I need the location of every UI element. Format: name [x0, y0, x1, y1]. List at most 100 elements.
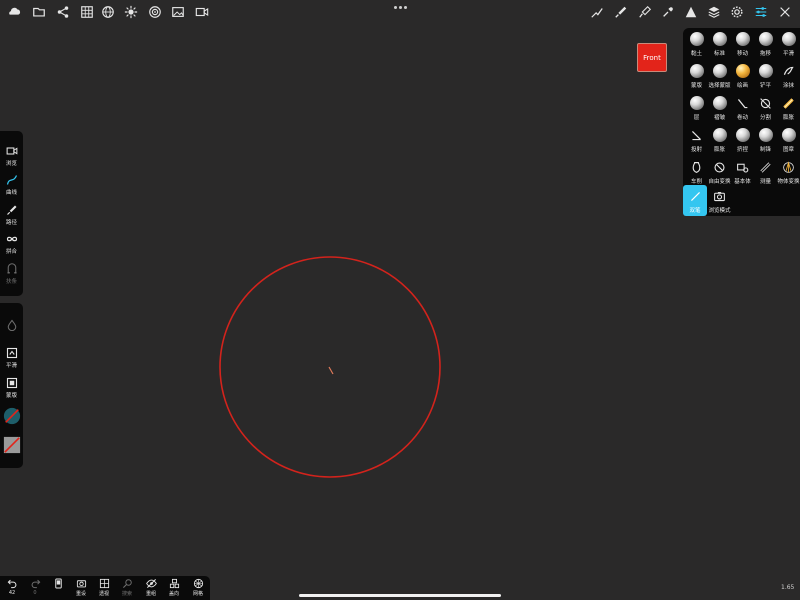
paint-icon[interactable] — [635, 2, 655, 22]
target-icon[interactable] — [145, 2, 165, 22]
tool-crease[interactable]: 褶皱 — [708, 92, 731, 122]
more-dots-icon[interactable] — [392, 3, 408, 11]
gizmo-icon — [783, 160, 794, 173]
folder-icon[interactable] — [29, 2, 49, 22]
tool-paint[interactable]: 绘画 — [731, 60, 754, 90]
color-swatch-icon — [3, 407, 20, 425]
tool-mask[interactable]: 蒙版 — [685, 60, 708, 90]
tool-inflate[interactable]: 膨胀 — [777, 92, 800, 122]
perspective-icon — [99, 578, 109, 589]
material-swatch[interactable] — [0, 436, 23, 454]
cone-icon[interactable] — [681, 2, 701, 22]
version-label: 1.65 — [781, 584, 795, 591]
tool-smooth[interactable]: 平滑 — [777, 28, 800, 58]
pipette-icon[interactable] — [658, 2, 678, 22]
material-swatch-icon — [3, 436, 20, 454]
tool-move[interactable]: 移动 — [731, 28, 754, 58]
standard-icon — [712, 32, 727, 46]
globe-icon[interactable] — [98, 2, 118, 22]
tool-flatten[interactable]: 铲平 — [754, 60, 777, 90]
dual-stroke-icon — [690, 191, 700, 201]
home-indicator[interactable] — [299, 594, 501, 597]
layers-icon[interactable] — [704, 2, 724, 22]
left-stroke-panel: 浏览 曲线 路径 拼合 扶条 — [0, 131, 23, 296]
tool-lathe[interactable]: 车削 — [685, 156, 708, 186]
gear-icon[interactable] — [727, 2, 747, 22]
remesh-button[interactable]: 重组 — [140, 578, 162, 597]
undo-button[interactable]: 42 — [1, 578, 23, 596]
tool-select-mask[interactable]: 选择蒙版 — [708, 60, 731, 90]
video-camera-icon — [6, 147, 17, 155]
undo-icon — [7, 579, 16, 589]
drag-icon — [758, 32, 773, 46]
browse-button[interactable]: 浏览 — [0, 145, 23, 167]
stroke-path-button[interactable]: 路径 — [0, 204, 23, 226]
redo-button[interactable]: 0 — [24, 578, 46, 596]
tool-swell[interactable]: 膨胀 — [708, 124, 731, 154]
sculpt-viewport[interactable] — [0, 0, 800, 600]
pinch-icon — [735, 128, 750, 142]
free-transform-icon — [714, 161, 725, 173]
tools-menu-icon[interactable] — [775, 2, 795, 22]
magnify-icon — [122, 579, 132, 589]
tool-smudge[interactable]: 涂抹 — [777, 60, 800, 90]
redo-icon — [31, 579, 40, 589]
perspective-button[interactable]: 透视 — [93, 578, 115, 597]
tool-object-transform[interactable]: 物体变换 — [777, 156, 800, 186]
reset-camera-button[interactable]: 重设 — [70, 578, 92, 597]
lathe-icon — [692, 161, 701, 173]
image-icon[interactable] — [168, 2, 188, 22]
tool-project[interactable]: 投射 — [685, 124, 708, 154]
infinity-icon — [6, 236, 17, 242]
tool-split[interactable]: 分割 — [754, 92, 777, 122]
smooth-icon — [6, 347, 17, 359]
orientation-button[interactable]: 盖向 — [163, 578, 185, 597]
brush-icon[interactable] — [611, 2, 631, 22]
color-swatch[interactable] — [0, 407, 23, 425]
sun-icon[interactable] — [121, 2, 141, 22]
wireframe-icon — [193, 578, 203, 589]
paint-ball-icon — [735, 64, 750, 78]
curve-icon — [6, 175, 17, 185]
tool-standard[interactable]: 标准 — [708, 28, 731, 58]
smooth-toggle[interactable]: 平滑 — [0, 347, 23, 369]
bottom-toolbar: 42 0 重设 透视 搜索 重组 盖向 网格 — [0, 576, 210, 600]
stroke-tool-icon[interactable] — [587, 2, 607, 22]
tool-clay[interactable]: 黏土 — [685, 28, 708, 58]
handles-button[interactable]: 扶条 — [0, 263, 23, 285]
smooth-icon — [781, 32, 796, 46]
layer-icon — [689, 96, 704, 110]
mask-icon — [689, 64, 704, 78]
droplet-button[interactable] — [0, 319, 23, 331]
curve-button[interactable]: 曲线 — [0, 174, 23, 196]
tool-roll[interactable]: 卷动 — [731, 92, 754, 122]
grid-icon[interactable] — [77, 2, 97, 22]
inflate-icon — [783, 97, 794, 109]
cloud-icon[interactable] — [4, 2, 24, 22]
camera-icon — [714, 191, 725, 201]
tool-planar[interactable]: 制锋 — [754, 124, 777, 154]
tool-dual-brush[interactable]: 双笔 — [683, 185, 707, 216]
video-camera-icon[interactable] — [192, 2, 212, 22]
mask-icon — [6, 377, 17, 389]
tool-primitive[interactable]: 基本体 — [731, 156, 754, 186]
brush-radius-circle — [219, 256, 441, 478]
front-view-button[interactable]: Front — [637, 43, 667, 72]
sliders-icon[interactable] — [751, 2, 771, 22]
stroke-path-icon — [6, 205, 16, 215]
tool-drag[interactable]: 拖移 — [754, 28, 777, 58]
tool-browse-mode[interactable]: 浏览模式 — [708, 185, 731, 215]
select-mask-icon — [712, 64, 727, 78]
tool-pinch[interactable]: 挤捏 — [731, 124, 754, 154]
project-icon — [692, 130, 701, 140]
share-icon[interactable] — [53, 2, 73, 22]
tool-free-transform[interactable]: 自由变换 — [708, 156, 731, 186]
tool-measure[interactable]: 测量 — [754, 156, 777, 186]
device-button[interactable] — [47, 578, 69, 590]
merge-button[interactable]: 拼合 — [0, 233, 23, 255]
tool-layer[interactable]: 层 — [685, 92, 708, 122]
tool-stamp[interactable]: 图章 — [777, 124, 800, 154]
wireframe-button[interactable]: 网格 — [187, 578, 209, 597]
search-button[interactable]: 搜索 — [116, 578, 138, 597]
mask-toggle[interactable]: 蒙版 — [0, 377, 23, 399]
